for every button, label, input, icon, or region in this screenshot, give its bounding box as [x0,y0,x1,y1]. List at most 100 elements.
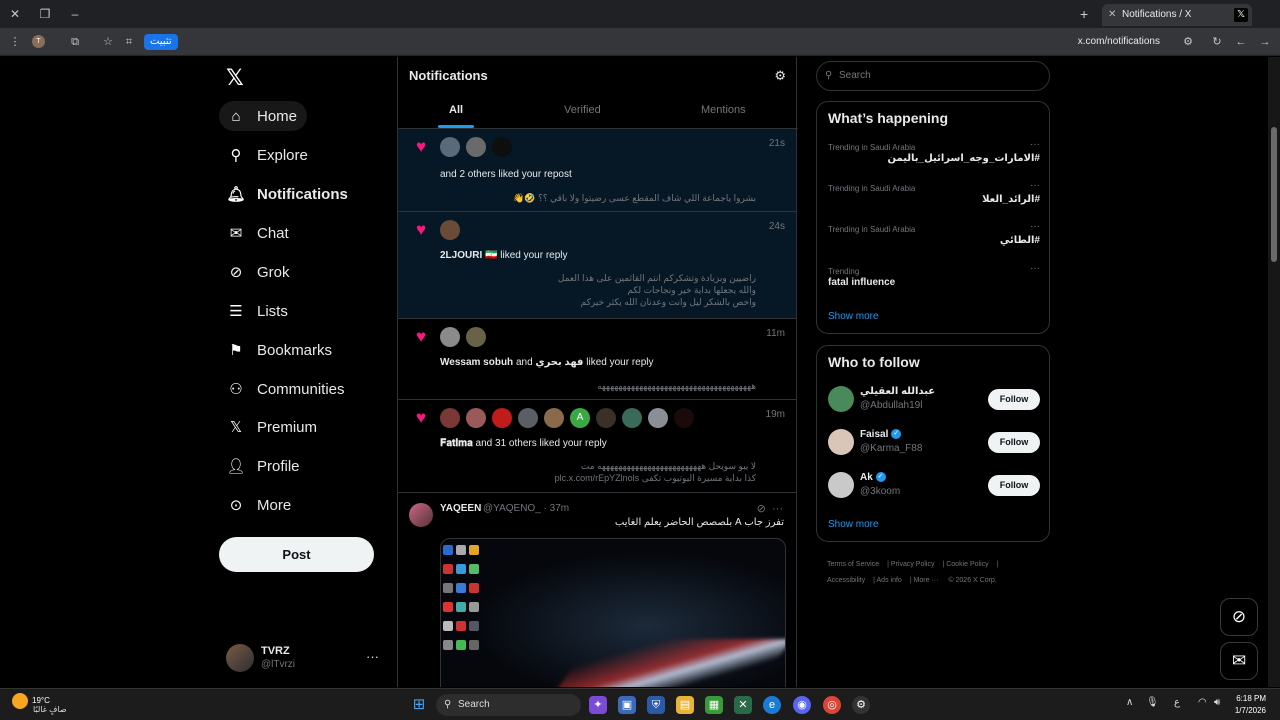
account-switcher[interactable]: TVRZ @lTvrzi ··· [224,641,389,675]
avatar[interactable] [622,408,642,428]
volume-icon[interactable]: 🔊︎ [1214,697,1220,708]
x-logo-icon[interactable]: 𝕏 [226,65,244,91]
follow-name[interactable]: عبدالله العقيلي [860,386,935,397]
more-dots-icon[interactable]: ··· [1030,263,1040,274]
more-dots-icon[interactable]: ··· [1030,180,1040,191]
more-dots-icon[interactable]: ··· [1030,139,1040,150]
avatar[interactable] [828,472,854,498]
liker-name[interactable]: Wessam sobuh [440,357,513,368]
footer-link[interactable]: Accessibility [827,577,865,584]
weather-widget[interactable]: 19°C صافٍ غالبًا [12,693,67,714]
windows-start-icon[interactable]: ⊞ [410,696,428,714]
avatar[interactable] [544,408,564,428]
trend-item[interactable]: Trending in Saudi Arabia ··· #الرائد_الع… [828,180,1040,222]
tweet-media[interactable] [440,538,786,687]
follow-button[interactable]: Follow [988,475,1040,496]
close-tab-icon[interactable]: ✕ [1108,4,1116,26]
trend-item[interactable]: Trending in Saudi Arabia ··· #الامارات_و… [828,139,1040,181]
avatar[interactable] [828,429,854,455]
avatar[interactable] [596,408,616,428]
avatar[interactable] [518,408,538,428]
avatar[interactable] [440,327,460,347]
discord-icon[interactable]: ◉ [793,696,811,714]
more-dots-icon[interactable]: ··· [366,649,379,664]
avatar[interactable] [440,137,460,157]
browser-tab[interactable]: ✕ Notifications / X 𝕏 [1102,4,1252,26]
bookmark-star-icon[interactable]: ☆ [101,35,115,49]
new-tab-icon[interactable]: + [1080,6,1088,22]
xbox-icon[interactable]: ✕ [734,696,752,714]
follow-suggestion[interactable]: Ak ✓ @3koom Follow [828,472,1040,502]
scrollbar-thumb[interactable] [1271,127,1277,262]
file-explorer-icon[interactable]: ▤ [676,696,694,714]
address-bar[interactable]: x.com/notifications [1078,36,1160,47]
extensions-icon[interactable]: ⧉ [68,35,82,49]
avatar[interactable]: A [570,408,590,428]
trend-item[interactable]: Trending in Saudi Arabia ··· #الطائي [828,221,1040,263]
avatar[interactable] [492,408,512,428]
settings-gear-icon[interactable]: ⚙ [774,68,786,84]
taskbar-search[interactable]: ⚲ Search [436,694,581,716]
liker-name[interactable]: 2LJOURI 🇮🇷 [440,250,497,261]
nav-home[interactable]: ⌂ Home [219,101,308,131]
notification-item[interactable]: ♥ 11m Wessam sobuh and فهد بحري liked yo… [398,319,796,400]
tweet-author-handle[interactable]: @YAQENO_ [483,503,541,514]
chrome-icon[interactable]: ◎ [823,696,841,714]
footer-link[interactable]: Cookie Policy [946,561,988,568]
avatar[interactable] [466,327,486,347]
scrollbar[interactable] [1268,57,1280,687]
avatar[interactable] [440,408,460,428]
grok-fab-icon[interactable]: ⊘ [1220,598,1258,636]
search-input[interactable]: ⚲ Search [816,61,1050,91]
menu-dots-icon[interactable]: ⋮ [8,35,22,49]
tray-chevron-icon[interactable]: ∧ [1126,697,1133,708]
avatar[interactable] [828,386,854,412]
post-button[interactable]: Post [219,537,374,572]
notification-item[interactable]: ♥ 24s 2LJOURI 🇮🇷 liked your reply راضيين… [398,212,796,319]
translate-icon[interactable]: ⌗ [122,35,136,49]
nav-bookmarks[interactable]: ⚑ Bookmarks [219,335,342,365]
tweet-author-name[interactable]: YAQEEN [440,503,481,514]
trend-item[interactable]: Trending ··· fatal influence [828,263,1040,305]
avatar[interactable] [466,137,486,157]
liker-name[interactable]: 𝐅𝐚𝐭𝐢𝐦𝐚 [440,438,473,449]
show-more-link[interactable]: Show more [828,519,879,530]
tab-mentions[interactable]: Mentions [701,104,746,116]
nav-premium[interactable]: 𝕏 Premium [219,412,327,442]
follow-suggestion[interactable]: Faisal ✓ @Karma_F88 Follow [828,429,1040,459]
nav-more[interactable]: ⊙ More [219,490,301,520]
avatar[interactable] [648,408,668,428]
microphone-icon[interactable]: 🎙︎ [1146,697,1159,708]
avatar[interactable] [674,408,694,428]
nav-profile[interactable]: 👤︎ Profile [219,451,310,481]
store-icon[interactable]: ▣ [618,696,636,714]
follow-suggestion[interactable]: عبدالله العقيلي @Abdullah19l Follow [828,386,1040,416]
wifi-icon[interactable]: ◠ [1198,697,1207,708]
reload-icon[interactable]: ↻ [1210,35,1224,49]
notification-item[interactable]: ♥ A 19m 𝐅𝐚𝐭𝐢𝐦𝐚 and 31 others liked your … [398,400,796,493]
minimize-window-icon[interactable]: – [67,6,83,22]
nav-grok[interactable]: ⊘ Grok [219,257,300,287]
site-settings-icon[interactable]: ⚙ [1181,35,1195,49]
footer-link[interactable]: Privacy Policy [891,561,935,568]
app-icon[interactable]: ⚙ [852,696,870,714]
more-dots-icon[interactable]: ··· [772,503,783,515]
avatar[interactable] [440,220,460,240]
close-window-icon[interactable]: ✕ [7,6,23,22]
messages-fab-icon[interactable]: ✉ [1220,642,1258,680]
minecraft-icon[interactable]: ▦ [705,696,723,714]
avatar[interactable] [466,408,486,428]
nav-lists[interactable]: ☰ Lists [219,296,298,326]
edge-icon[interactable]: e [763,696,781,714]
show-more-link[interactable]: Show more [828,311,879,322]
pin-button[interactable]: تثبيت [144,34,178,50]
notification-item[interactable]: ♥ 21s and 2 others liked your repost بشر… [398,129,796,212]
nav-communities[interactable]: ⚇ Communities [219,374,355,404]
tab-all[interactable]: All [449,104,463,116]
footer-link[interactable]: Terms of Service [827,561,879,568]
grok-icon[interactable]: ⊘ [757,503,766,515]
tab-verified[interactable]: Verified [564,104,601,116]
tweet[interactable]: YAQEEN @YAQENO_ · 37m ⊘ ··· تفرز جاب A ب… [398,494,796,687]
follow-button[interactable]: Follow [988,432,1040,453]
footer-link[interactable]: Ads info [877,577,902,584]
